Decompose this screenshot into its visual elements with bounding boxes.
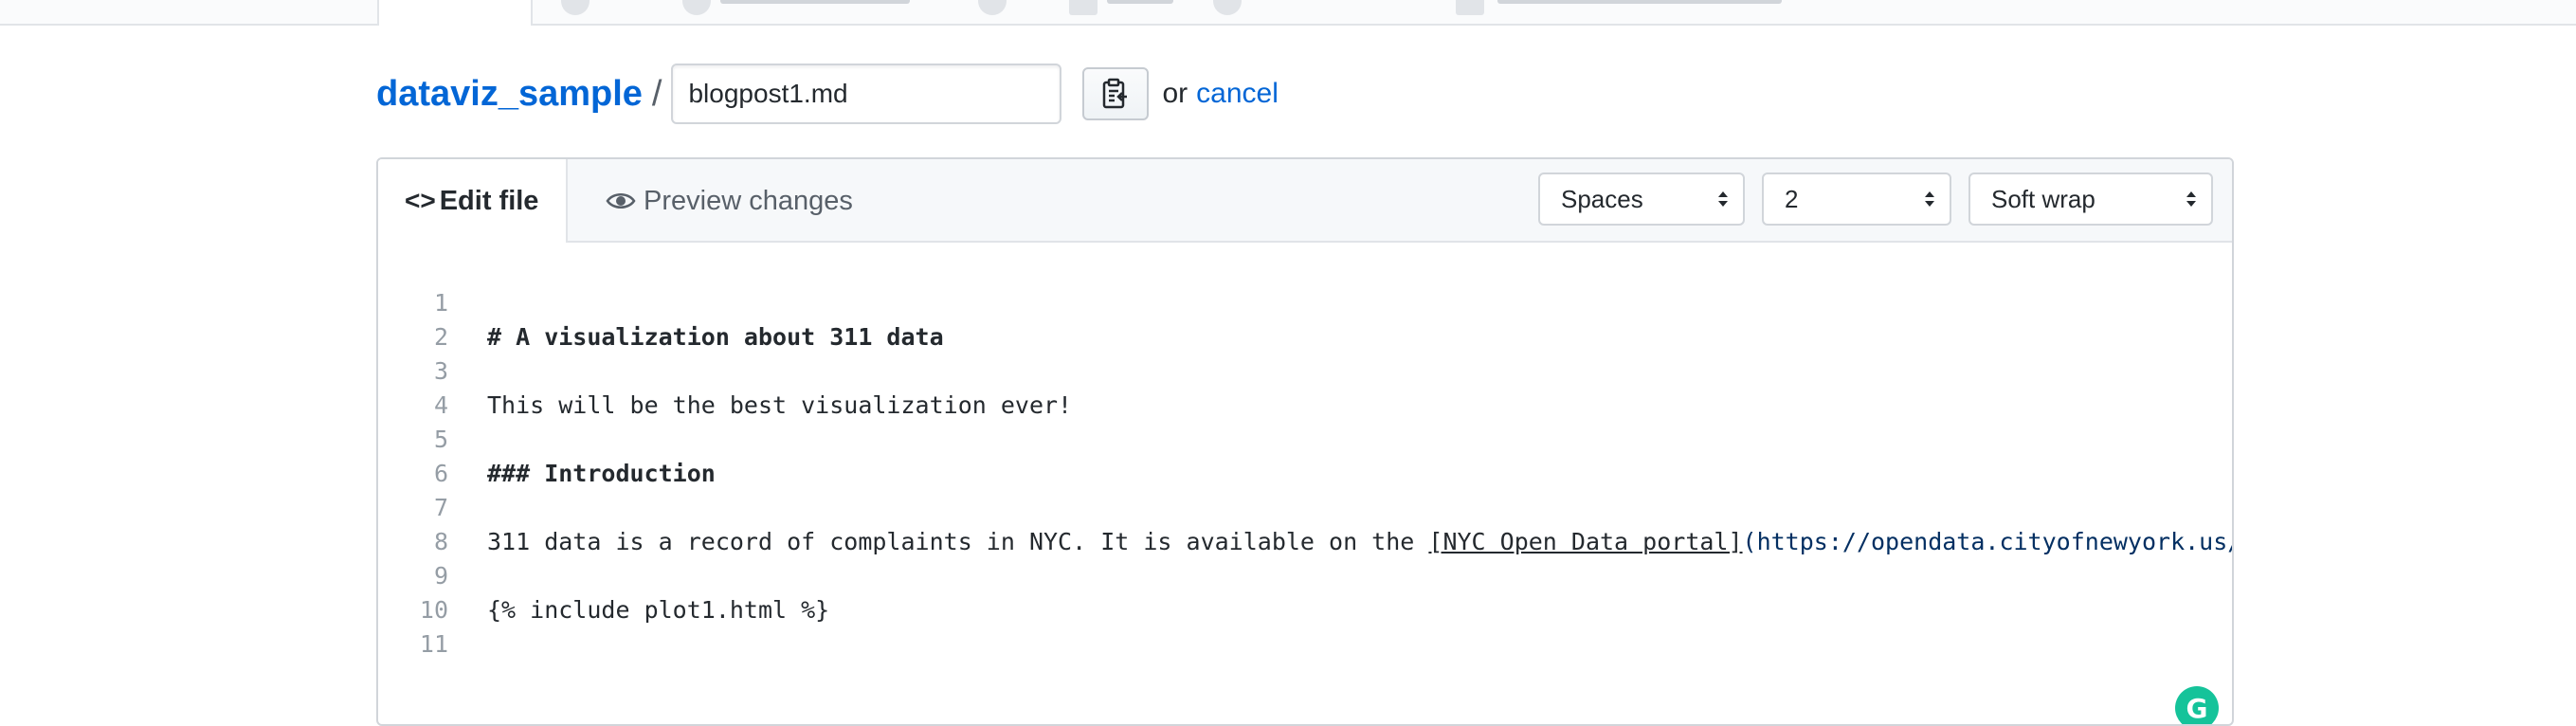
editor-toolbar: <> Edit file Preview changes Spaces 2 So… xyxy=(378,159,2232,243)
code-line[interactable]: 3 This will be the best visualization ev… xyxy=(378,320,2232,419)
code-line[interactable]: 5 ### Introduction xyxy=(378,389,2232,487)
code-line[interactable]: 2 xyxy=(378,286,2232,351)
code-line[interactable]: 4 xyxy=(378,354,2232,419)
nav-tab-icon[interactable] xyxy=(1213,0,1242,15)
code-icon: <> xyxy=(405,186,436,215)
code-line[interactable]: 6 xyxy=(378,423,2232,487)
code-line[interactable]: 11 xyxy=(378,593,2232,658)
code-line[interactable]: 9 {% include plot1.html %} xyxy=(378,525,2232,624)
select-arrows-icon xyxy=(2186,191,2196,207)
nav-tab-label[interactable] xyxy=(1497,0,1782,4)
indent-size-select[interactable]: 2 xyxy=(1762,172,1951,226)
breadcrumb: dataviz_sample / or cancel xyxy=(376,61,1279,127)
nav-tab-icon[interactable] xyxy=(1069,0,1098,15)
wrap-mode-value: Soft wrap xyxy=(1991,184,2095,213)
clipboard-icon xyxy=(1103,78,1128,109)
indent-mode-value: Spaces xyxy=(1561,184,1643,213)
tab-edit-file[interactable]: <> Edit file xyxy=(378,159,568,243)
nav-tab-icon[interactable] xyxy=(561,0,590,15)
tab-edit-file-label: Edit file xyxy=(439,185,539,216)
wrap-mode-select[interactable]: Soft wrap xyxy=(1968,172,2213,226)
nav-tab-icon[interactable] xyxy=(1456,0,1484,15)
code-line[interactable]: 1 # A visualization about 311 data xyxy=(378,252,2232,351)
select-arrows-icon xyxy=(1925,191,1934,207)
copy-path-button[interactable] xyxy=(1082,67,1150,120)
code-editor[interactable]: 1 # A visualization about 311 data 2 3 T… xyxy=(378,243,2232,724)
nav-tab-icon[interactable] xyxy=(682,0,711,15)
file-editor: <> Edit file Preview changes Spaces 2 So… xyxy=(376,157,2234,726)
breadcrumb-separator: / xyxy=(651,73,662,114)
nav-tab-label[interactable] xyxy=(720,0,910,4)
code-line[interactable]: 7 311 data is a record of complaints in … xyxy=(378,457,2232,555)
repo-nav-tabs xyxy=(0,0,2576,26)
code-line[interactable]: 10 xyxy=(378,559,2232,624)
nav-tab-icon[interactable] xyxy=(978,0,1007,15)
filename-input[interactable] xyxy=(671,64,1062,124)
cancel-link[interactable]: cancel xyxy=(1196,78,1279,110)
line-number: 11 xyxy=(419,630,448,658)
repo-link[interactable]: dataviz_sample xyxy=(376,74,643,115)
or-text: or xyxy=(1162,78,1188,109)
eye-icon xyxy=(606,193,636,209)
tab-preview-changes-label: Preview changes xyxy=(644,185,853,216)
indent-size-value: 2 xyxy=(1785,184,1799,213)
nav-tab-label[interactable] xyxy=(1107,0,1173,4)
tab-preview-changes[interactable]: Preview changes xyxy=(606,159,853,243)
repo-nav-active-tab[interactable] xyxy=(377,0,533,26)
indent-mode-select[interactable]: Spaces xyxy=(1538,172,1745,226)
grammarly-icon[interactable]: G xyxy=(2175,686,2219,724)
code-line[interactable]: 8 xyxy=(378,491,2232,555)
select-arrows-icon xyxy=(1718,191,1728,207)
